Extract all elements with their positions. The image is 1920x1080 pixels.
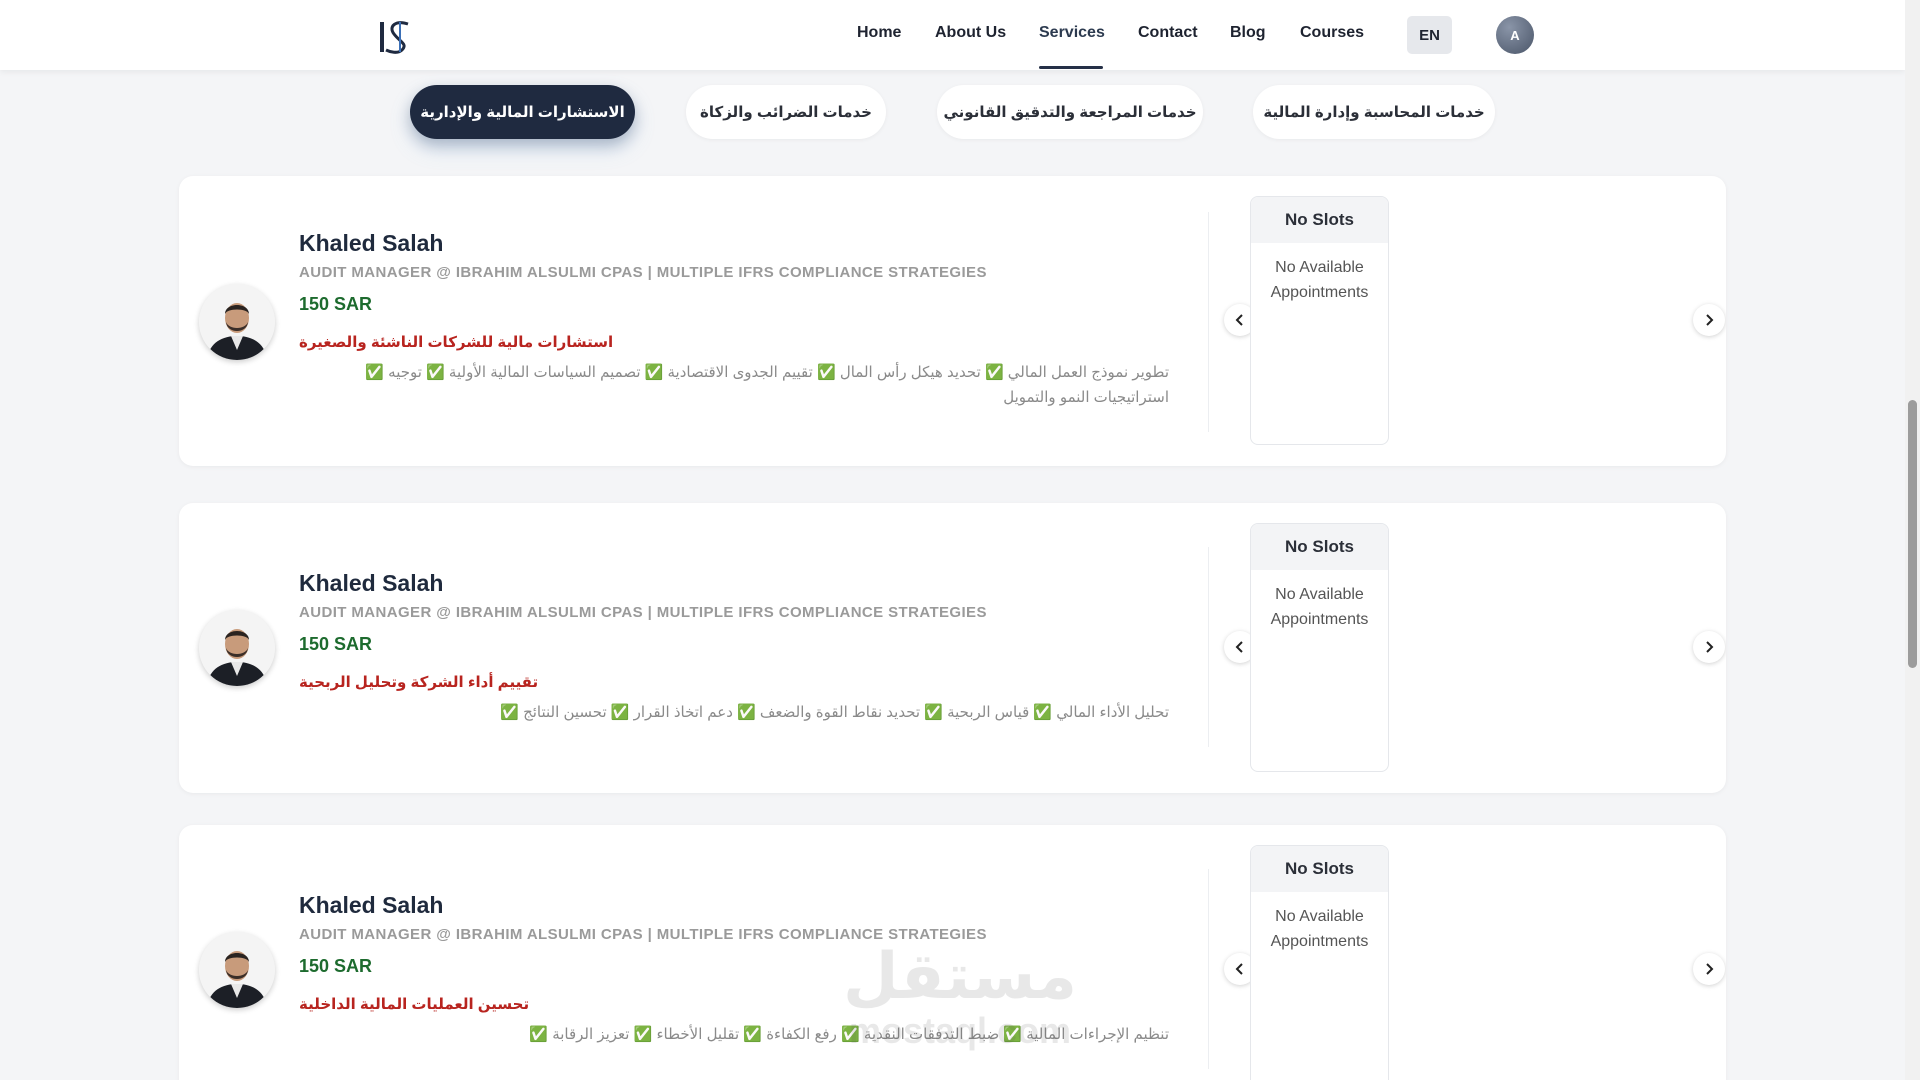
service-description: تطوير نموذج العمل المالي ✅ تحديد هيكل رأ… — [365, 364, 1169, 406]
next-slots-button[interactable] — [1693, 953, 1725, 985]
tab-accounting-finance-services[interactable]: خدمات المحاسبة وإدارة المالية — [1253, 85, 1495, 139]
card-divider — [1208, 212, 1209, 432]
service-description: تنظيم الإجراءات المالية ✅ ضبط التدفقات ا… — [529, 1026, 1169, 1043]
service-description: تحليل الأداء المالي ✅ قياس الربحية ✅ تحد… — [500, 704, 1169, 721]
nav-about-us[interactable]: About Us — [935, 24, 1006, 42]
consultation-price: 150 SAR — [299, 634, 373, 654]
consultant-name: Khaled Salah — [299, 892, 444, 918]
nav-contact[interactable]: Contact — [1138, 24, 1198, 42]
slots-empty-message: No Available Appointments — [1270, 908, 1369, 950]
service-title: تقييم أداء الشركة وتحليل الربحية — [299, 674, 539, 691]
consultant-name: Khaled Salah — [299, 570, 444, 596]
consultant-photo — [199, 932, 275, 1008]
company-logo-icon[interactable] — [378, 18, 412, 54]
next-slots-button[interactable] — [1693, 304, 1725, 336]
nav-home[interactable]: Home — [857, 24, 901, 42]
slots-header: No Slots — [1251, 846, 1388, 892]
card-divider — [1208, 869, 1209, 1069]
consultation-price: 150 SAR — [299, 294, 373, 314]
user-avatar-button[interactable]: A — [1496, 16, 1534, 54]
consultant-role: AUDIT MANAGER @ IBRAHIM ALSULMI CPAS | M… — [299, 926, 987, 943]
chevron-right-icon — [1706, 963, 1714, 975]
language-toggle-button[interactable]: EN — [1407, 16, 1452, 54]
nav-courses[interactable]: Courses — [1300, 24, 1364, 42]
consultant-card: Khaled Salah AUDIT MANAGER @ IBRAHIM ALS… — [179, 825, 1726, 1080]
nav-blog[interactable]: Blog — [1230, 24, 1266, 42]
consultant-card: Khaled Salah AUDIT MANAGER @ IBRAHIM ALS… — [179, 503, 1726, 793]
slots-panel: No Slots No Available Appointments — [1250, 196, 1389, 445]
consultant-role: AUDIT MANAGER @ IBRAHIM ALSULMI CPAS | M… — [299, 264, 987, 281]
chevron-right-icon — [1706, 314, 1714, 326]
tab-audit-legal-services[interactable]: خدمات المراجعة والتدقيق القانوني — [937, 85, 1203, 139]
consultant-photo — [199, 284, 275, 360]
service-title: استشارات مالية للشركات الناشئة والصغيرة — [299, 334, 614, 351]
card-divider — [1208, 547, 1209, 747]
consultant-card: Khaled Salah AUDIT MANAGER @ IBRAHIM ALS… — [179, 176, 1726, 466]
nav-services[interactable]: Services — [1039, 24, 1105, 42]
slots-empty-message: No Available Appointments — [1270, 586, 1369, 628]
chevron-left-icon — [1235, 963, 1243, 975]
slots-empty-message: No Available Appointments — [1270, 259, 1369, 301]
consultant-name: Khaled Salah — [299, 230, 444, 256]
chevron-right-icon — [1706, 641, 1714, 653]
slots-panel: No Slots No Available Appointments — [1250, 845, 1389, 1080]
chevron-left-icon — [1235, 641, 1243, 653]
consultation-price: 150 SAR — [299, 956, 373, 976]
page-scrollbar-thumb[interactable] — [1908, 400, 1917, 668]
tab-financial-administrative-consulting[interactable]: الاستشارات المالية والإدارية — [410, 85, 635, 139]
chevron-left-icon — [1235, 314, 1243, 326]
next-slots-button[interactable] — [1693, 631, 1725, 663]
consultant-role: AUDIT MANAGER @ IBRAHIM ALSULMI CPAS | M… — [299, 604, 987, 621]
service-title: تحسين العمليات المالية الداخلية — [299, 996, 530, 1013]
slots-header: No Slots — [1251, 197, 1388, 243]
tab-tax-zakat-services[interactable]: خدمات الضرائب والزكاة — [686, 85, 886, 139]
consultant-photo — [199, 610, 275, 686]
slots-header: No Slots — [1251, 524, 1388, 570]
slots-panel: No Slots No Available Appointments — [1250, 523, 1389, 772]
active-nav-indicator — [1039, 66, 1103, 69]
top-navigation-bar: Home About Us Services Contact Blog Cour… — [0, 0, 1905, 70]
